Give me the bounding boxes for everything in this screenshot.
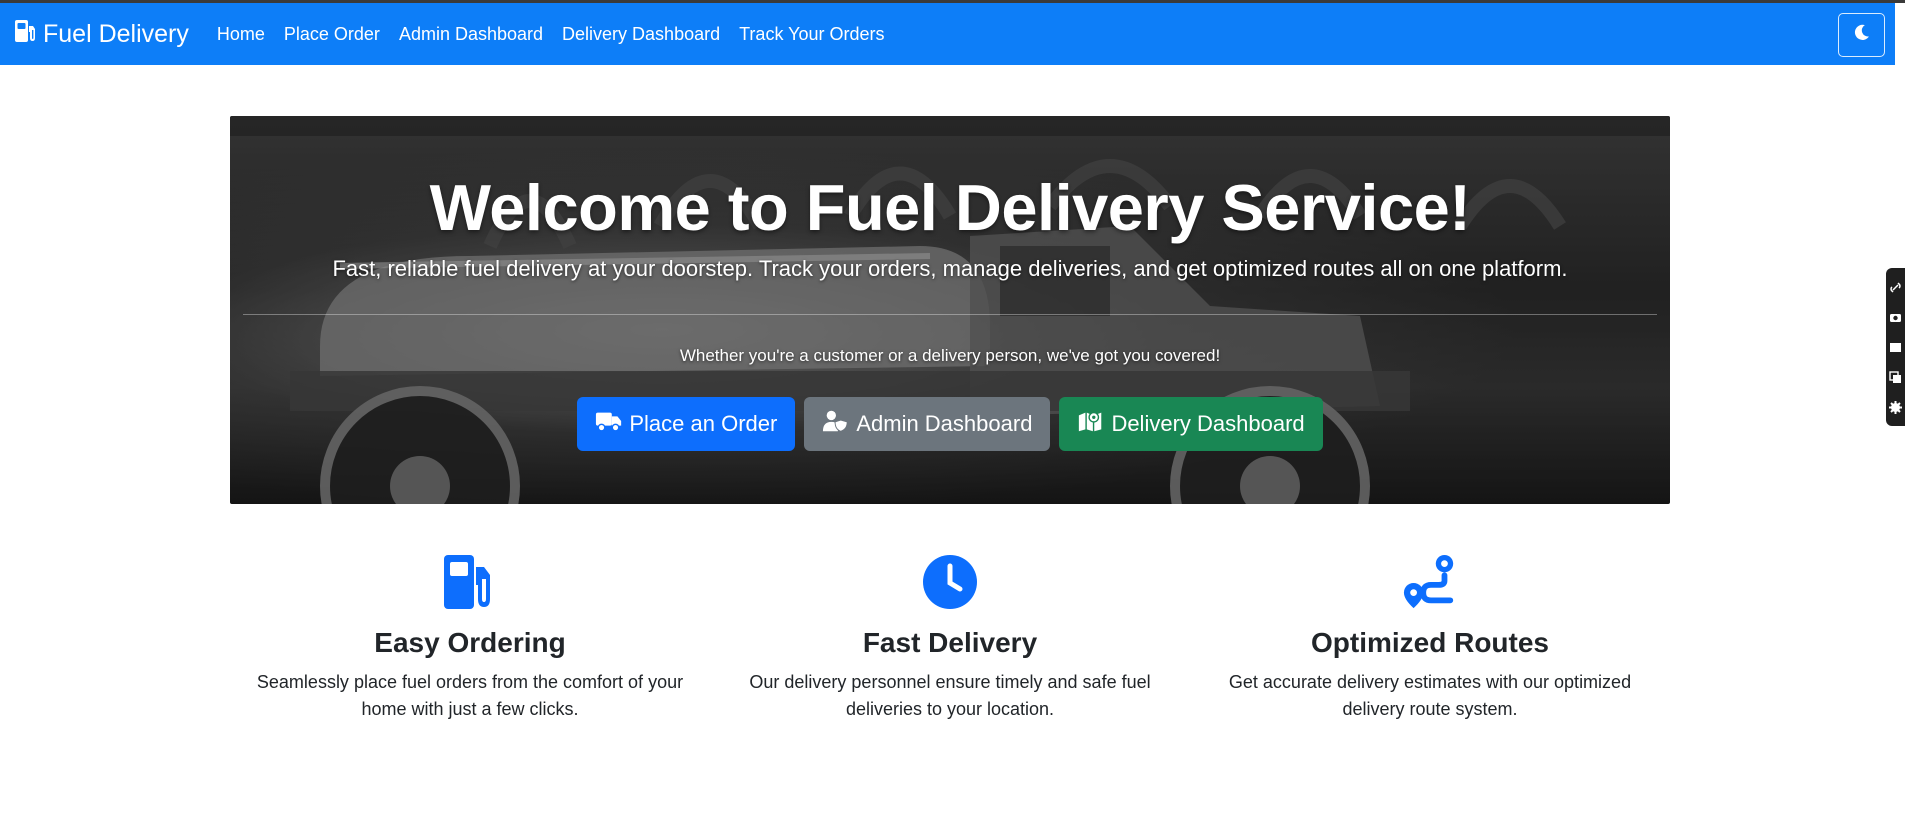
square-icon[interactable] <box>1889 341 1902 354</box>
truck-icon <box>595 409 629 439</box>
navbar-brand[interactable]: Fuel Delivery <box>14 18 189 51</box>
hero-banner: Welcome to Fuel Delivery Service! Fast, … <box>230 116 1670 504</box>
place-order-label: Place an Order <box>629 411 778 436</box>
feature-fast-delivery: Fast Delivery Our delivery personnel ens… <box>710 553 1190 753</box>
features-row: Easy Ordering Seamlessly place fuel orde… <box>230 553 1670 753</box>
map-location-icon <box>1077 409 1111 439</box>
brand-label: Fuel Delivery <box>43 19 189 48</box>
admin-dashboard-button[interactable]: Admin Dashboard <box>804 397 1051 451</box>
nav-link-delivery-dashboard[interactable]: Delivery Dashboard <box>562 24 720 45</box>
route-icon <box>1202 553 1658 613</box>
hero-divider <box>243 314 1657 315</box>
feature-title: Easy Ordering <box>374 627 566 658</box>
feature-text: Seamlessly place fuel orders from the co… <box>256 672 684 719</box>
gas-pump-icon <box>242 553 698 613</box>
link-icon[interactable] <box>1889 281 1902 294</box>
side-toolbar <box>1886 268 1905 426</box>
clock-icon <box>722 553 1178 613</box>
feature-optimized-routes: Optimized Routes Get accurate delivery e… <box>1190 553 1670 753</box>
page: Fuel Delivery Home Place Order Admin Das… <box>0 0 1905 818</box>
nav-link-admin-dashboard[interactable]: Admin Dashboard <box>399 24 543 45</box>
place-order-button[interactable]: Place an Order <box>577 397 796 451</box>
hero-title: Welcome to Fuel Delivery Service! <box>429 171 1471 244</box>
gas-pump-icon <box>14 18 43 51</box>
moon-icon <box>1852 23 1871 47</box>
nav-link-track-orders[interactable]: Track Your Orders <box>739 24 884 45</box>
nav-link-place-order[interactable]: Place Order <box>284 24 380 45</box>
theme-toggle-button[interactable] <box>1838 13 1885 57</box>
hero-button-row: Place an Order Admin Dashboard Delivery … <box>230 397 1670 451</box>
navbar: Fuel Delivery Home Place Order Admin Das… <box>0 3 1895 65</box>
hero-content: Welcome to Fuel Delivery Service! Fast, … <box>230 116 1670 504</box>
hero-lead: Fast, reliable fuel delivery at your doo… <box>332 256 1568 281</box>
feature-title: Optimized Routes <box>1310 627 1549 658</box>
feature-text: Get accurate delivery estimates with our… <box>1228 672 1632 719</box>
delivery-dashboard-button[interactable]: Delivery Dashboard <box>1059 397 1323 451</box>
delivery-dashboard-label: Delivery Dashboard <box>1111 411 1305 436</box>
admin-dashboard-label: Admin Dashboard <box>856 411 1033 436</box>
feature-easy-ordering: Easy Ordering Seamlessly place fuel orde… <box>230 553 710 753</box>
feature-title: Fast Delivery <box>862 627 1038 658</box>
hero-subtext: Whether you're a customer or a delivery … <box>679 346 1221 365</box>
camera-icon[interactable] <box>1889 311 1902 324</box>
feature-text: Our delivery personnel ensure timely and… <box>749 672 1151 719</box>
page-scrollbar[interactable] <box>1895 65 1905 818</box>
nav-link-home[interactable]: Home <box>217 24 265 45</box>
copy-icon[interactable] <box>1889 370 1902 384</box>
nav-links: Home Place Order Admin Dashboard Deliver… <box>217 24 904 45</box>
gear-icon[interactable] <box>1889 400 1902 414</box>
user-shield-icon <box>822 409 856 439</box>
